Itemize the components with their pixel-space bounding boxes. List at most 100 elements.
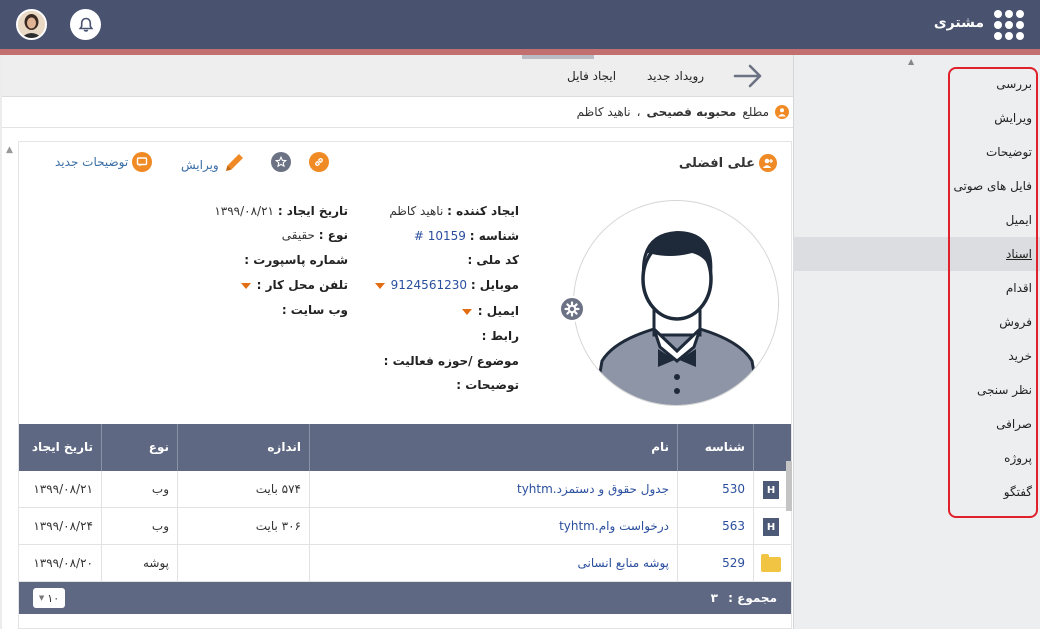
email-label: ایمیل : [477,304,519,318]
id-label: شناسه : [469,229,519,243]
page-size-select[interactable]: ▼ ۱۰ [33,588,65,608]
bell-icon[interactable] [70,9,101,40]
documents-table: شناسه نام اندازه نوع تاریخ ایجاد H 530 ج… [19,424,791,614]
table-footer: مجموع : ۳ ▼ ۱۰ [19,582,791,614]
edit-button[interactable]: ویرایش [181,152,247,177]
arrow-right-icon[interactable] [732,63,764,92]
chevron-down-icon: ▼ [38,594,45,602]
star-icon[interactable] [271,152,291,172]
sidebar: ▲ بررسی ویرایش توضیحات فایل های صوتی ایم… [793,55,1040,629]
row-icon-cell [753,545,791,582]
link-icon[interactable] [309,152,329,172]
row-name[interactable]: درخواست وام.tyhtm [309,508,677,545]
id-value[interactable]: # 10159 [414,229,466,243]
toolbar-tab-indicator [522,55,594,59]
highlight-box [948,67,1038,518]
profile-photo [573,200,779,406]
toolbar: ایجاد فایل رویداد جدید [2,55,793,97]
work-phone-field: تلفن محل کار : [235,278,348,292]
created-by-label: ایجاد کننده : [447,204,519,218]
row-id[interactable]: 530 [677,471,753,508]
created-by-field: ایجاد کننده : ناهید کاظم [389,204,519,218]
type-value: حقیقی [281,228,315,242]
row-id[interactable]: 563 [677,508,753,545]
page-size-value: ۱۰ [47,591,60,605]
row-id[interactable]: 529 [677,545,753,582]
row-type: پوشه [101,545,177,582]
total-value: ۳ [710,591,718,605]
row-name[interactable]: جدول حقوق و دستمزد.tyhtm [309,471,677,508]
col-size[interactable]: اندازه [177,424,309,471]
created-date-field: تاریخ ایجاد : ۱۳۹۹/۰۸/۲۱ [214,204,348,218]
breadcrumb: مطلع محبوبه فصیحی ، ناهید کاظم [2,98,793,128]
new-notes-button[interactable]: توضیحات جدید [55,152,153,172]
folder-icon [761,554,781,572]
new-notes-label: توضیحات جدید [55,155,129,169]
row-date: ۱۳۹۹/۰۸/۲۴ [33,519,93,533]
mobile-value[interactable]: 9124561230 [391,278,467,292]
col-id[interactable]: شناسه [677,424,753,471]
id-field: شناسه : # 10159 [414,229,519,243]
work-phone-label: تلفن محل کار : [256,278,348,292]
row-type: وب [101,471,177,508]
row-name[interactable]: پوشه منابع انسانی [309,545,677,582]
mobile-dropdown-icon[interactable] [374,282,385,289]
email-dropdown-icon[interactable] [461,308,472,315]
created-date-label: تاریخ ایجاد : [277,204,348,218]
contact-label: رابط : [481,329,519,343]
type-label: نوع : [318,228,348,242]
record-panel: علی افضلی توضیحات جدید ویرایش ایجاد کنند… [18,141,792,629]
new-event-button[interactable]: رویداد جدید [647,69,704,83]
col-name[interactable]: نام [309,424,677,471]
website-field: وب سایت : [282,303,348,317]
table-scrollbar[interactable] [786,461,792,511]
table-total: مجموع : ۳ [711,591,777,605]
col-type[interactable]: نوع [101,424,177,471]
main-content: ایجاد فایل رویداد جدید مطلع محبوبه فصیحی… [2,55,793,629]
website-label: وب سایت : [281,303,348,317]
person-icon [775,105,789,119]
record-name: علی افضلی [678,155,755,171]
breadcrumb-separator: ، [636,105,641,119]
app-title: مشتری [933,15,984,31]
comment-icon [132,152,153,172]
work-phone-dropdown-icon[interactable] [240,282,251,289]
scroll-up-icon[interactable]: ▲ [6,145,13,155]
html-file-icon: H [763,481,779,499]
type-field: نوع : حقیقی [282,228,348,242]
mobile-field: موبایل : 9124561230 [369,278,519,292]
activity-field: موضوع /حوزه فعالیت : [384,354,519,368]
created-date-value: ۱۳۹۹/۰۸/۲۱ [214,204,274,218]
table-row[interactable]: H 563 درخواست وام.tyhtm ۳۰۶ بایت وب ۱۳۹۹… [19,508,791,545]
gear-icon[interactable] [559,296,585,322]
breadcrumb-secondary[interactable]: ناهید کاظم [577,105,631,119]
user-avatar[interactable] [16,9,47,40]
table-row[interactable]: H 530 جدول حقوق و دستمزد.tyhtm ۵۷۴ بایت … [19,471,791,508]
contact-field: رابط : [482,329,519,343]
notes-field: توضیحات : [456,378,519,392]
apps-grid-icon[interactable] [994,10,1026,40]
passport-field: شماره پاسپورت : [244,253,348,267]
passport-label: شماره پاسپورت : [244,253,348,267]
top-bar: مشتری [0,0,1040,49]
notes-label: توضیحات : [456,378,519,392]
create-file-button[interactable]: ایجاد فایل [567,69,616,83]
row-size: ۳۰۶ بایت [177,508,309,545]
table-row[interactable]: 529 پوشه منابع انسانی پوشه ۱۳۹۹/۰۸/۲۰ [19,545,791,582]
breadcrumb-label: مطلع [742,105,769,119]
edit-label: ویرایش [181,157,219,172]
row-size: ۵۷۴ بایت [177,471,309,508]
col-date[interactable]: تاریخ ایجاد [19,424,101,471]
collapse-caret-icon[interactable]: ▲ [908,57,914,66]
email-field: ایمیل : [456,304,519,318]
created-by-value: ناهید کاظم [389,204,444,218]
html-file-icon: H [763,518,779,536]
contact-icon [759,154,777,172]
row-date: ۱۳۹۹/۰۸/۲۰ [33,556,93,570]
national-code-field: کد ملی : [467,253,519,267]
row-type: وب [101,508,177,545]
national-code-label: کد ملی : [467,253,519,267]
row-date: ۱۳۹۹/۰۸/۲۱ [33,482,93,496]
mobile-label: موبایل : [470,278,519,292]
breadcrumb-primary[interactable]: محبوبه فصیحی [647,105,737,119]
